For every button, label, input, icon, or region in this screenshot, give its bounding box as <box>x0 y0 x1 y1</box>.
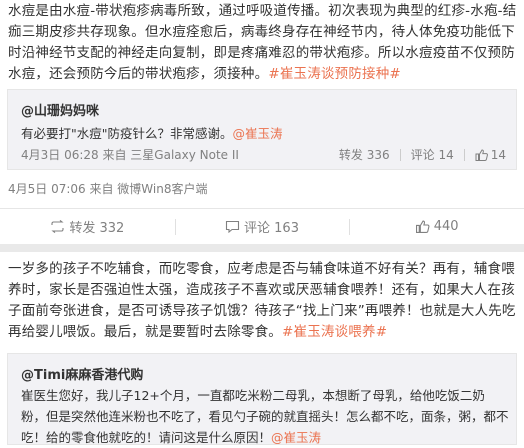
repost-text: 有必要打"水痘"防疫针么？非常感谢。 <box>21 126 233 141</box>
mention-link[interactable]: @崔玉涛 <box>233 126 283 141</box>
post-separator <box>0 244 524 252</box>
weibo-post-1: 水痘是由水痘-带状疱疹病毒所致，通过呼吸道传播。初次表现为典型的红疹-水疱-结痂… <box>0 0 524 244</box>
divider <box>463 148 465 161</box>
repost-button[interactable]: 转发 332 <box>0 209 175 244</box>
repost-comment-count[interactable]: 评论 14 <box>411 146 454 163</box>
repost-icon <box>51 220 64 233</box>
comment-icon <box>225 220 240 233</box>
reposted-weibo[interactable]: @Timi麻麻香港代购 崔医生您好，我儿子12+个月，一直都吃米粉二母乳，本想断… <box>7 353 517 445</box>
comment-label: 评论 163 <box>244 221 299 236</box>
like-button[interactable]: 440 <box>349 209 524 244</box>
post-body-text: 一岁多的孩子不吃辅食，而吃零食，应考虑是否与辅食味道不好有关？再有，辅食喂养时，… <box>8 261 516 340</box>
like-count: 440 <box>433 219 459 234</box>
post-text: 水痘是由水痘-带状疱疹病毒所致，通过呼吸道传播。初次表现为典型的红疹-水疱-结痂… <box>8 1 518 85</box>
repost-stats: 转发 336 评论 14 14 <box>339 146 506 163</box>
repost-like-count: 14 <box>490 147 506 162</box>
hashtag-link[interactable]: #崔玉涛谈喂养# <box>282 324 387 340</box>
thumbs-up-icon <box>415 220 430 233</box>
post-body-text: 水痘是由水痘-带状疱疹病毒所致，通过呼吸道传播。初次表现为典型的红疹-水疱-结痂… <box>8 3 517 82</box>
divider <box>399 148 401 161</box>
repost-body: 有必要打"水痘"防疫针么？非常感谢。@崔玉涛 <box>21 123 509 144</box>
repost-body: 崔医生您好，我儿子12+个月，一直都吃米粉二母乳，本想断了母乳，给他吃饭二奶粉，… <box>21 385 509 448</box>
hashtag-link[interactable]: #崔玉涛谈预防接种# <box>268 66 401 82</box>
reposted-weibo[interactable]: @山珊妈妈咪 有必要打"水痘"防疫针么？非常感谢。@崔玉涛 4月3日 06:28… <box>7 89 517 170</box>
comment-button[interactable]: 评论 163 <box>174 209 350 244</box>
repost-label: 转发 332 <box>69 221 125 236</box>
repost-repost-count[interactable]: 转发 336 <box>339 146 390 163</box>
repost-like-button[interactable]: 14 <box>475 148 506 162</box>
post-meta: 4月5日 07:06 来自 微博Win8客户端 <box>8 182 208 196</box>
thumbs-up-icon <box>475 148 488 161</box>
post-action-bar: 转发 332 评论 163 440 <box>0 208 524 244</box>
repost-username[interactable]: @山珊妈妈咪 <box>21 100 99 119</box>
post-text: 一岁多的孩子不吃辅食，而吃零食，应考虑是否与辅食味道不好有关？再有，辅食喂养时，… <box>8 259 518 343</box>
repost-text: 崔医生您好，我儿子12+个月，一直都吃米粉二母乳，本想断了母乳，给他吃饭二奶粉，… <box>21 388 509 445</box>
repost-username[interactable]: @Timi麻麻香港代购 <box>21 364 143 383</box>
repost-meta: 4月3日 06:28 来自 三星Galaxy Note II <box>21 148 239 162</box>
